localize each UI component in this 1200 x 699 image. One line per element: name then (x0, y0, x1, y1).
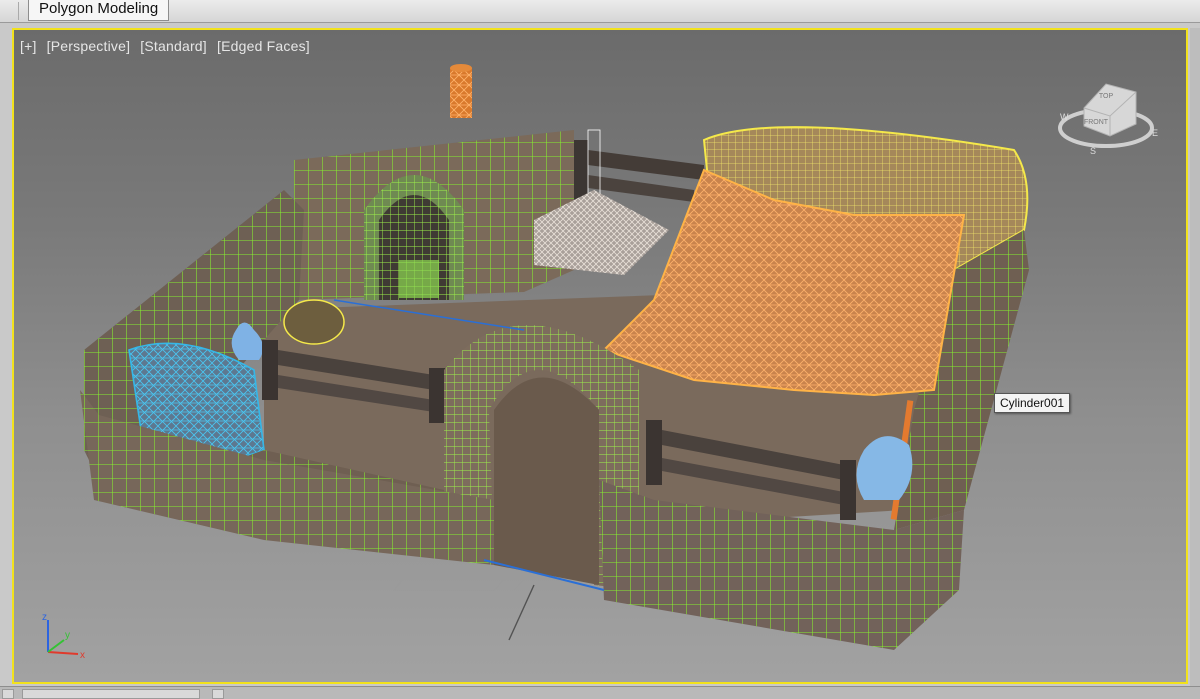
timeline-bar (0, 686, 1200, 699)
tab-polygon-modeling[interactable]: Polygon Modeling (28, 0, 170, 21)
back-arch[interactable] (364, 175, 464, 300)
scene-canvas[interactable] (14, 30, 1188, 684)
compass-s: S (1090, 146, 1096, 156)
viewport-pov-menu[interactable]: [Perspective] (47, 38, 131, 54)
chimney[interactable] (450, 64, 472, 118)
ribbon-left-edge (6, 2, 19, 20)
axis-tripod: z x y (42, 612, 85, 660)
ground-grid (392, 559, 545, 641)
axis-z-label: z (42, 612, 47, 623)
object-tooltip: Cylinder001 (994, 393, 1071, 413)
viewcube[interactable]: TOP FRONT W S E (1054, 70, 1164, 160)
viewport-label-menu[interactable]: [+] [Perspective] [Standard] [Edged Face… (20, 38, 316, 54)
viewport-edged-faces-menu[interactable]: [Edged Faces] (217, 38, 310, 54)
viewport-plus-menu[interactable]: [+] (20, 38, 37, 54)
perspective-viewport[interactable]: [+] [Perspective] [Standard] [Edged Face… (12, 28, 1188, 684)
compass-w: W (1060, 112, 1069, 122)
axis-y-label: y (65, 630, 70, 641)
viewcube-front-label: FRONT (1084, 119, 1109, 126)
viewcube-top-label: TOP (1099, 93, 1114, 100)
ribbon-bar: Polygon Modeling (0, 0, 1200, 23)
right-scroll-edge (1190, 28, 1200, 686)
compass-e: E (1152, 128, 1158, 138)
viewport-shading-standard-menu[interactable]: [Standard] (140, 38, 207, 54)
axis-x-label: x (80, 650, 85, 660)
yellow-basket[interactable] (283, 299, 345, 345)
